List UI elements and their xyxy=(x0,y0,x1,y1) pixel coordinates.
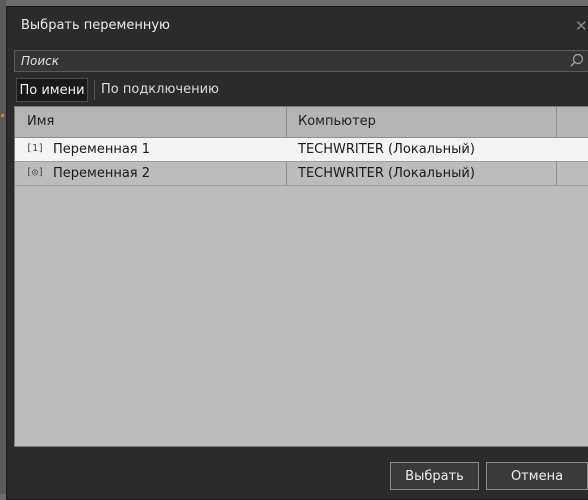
table-row[interactable]: [1] Переменная 1 TECHWRITER (Локальный) xyxy=(15,138,588,162)
state-variable-icon: [◎] xyxy=(26,167,45,178)
variable-name: Переменная 1 xyxy=(53,142,151,157)
variable-name: Переменная 2 xyxy=(53,166,151,181)
close-icon[interactable]: ✕ xyxy=(575,17,588,35)
search-box xyxy=(14,50,588,72)
search-input[interactable] xyxy=(15,51,561,71)
tab-separator xyxy=(94,80,95,100)
dialog-title: Выбрать переменную xyxy=(21,18,170,33)
select-button[interactable]: Выбрать xyxy=(390,462,479,490)
cancel-button[interactable]: Отмена xyxy=(486,462,588,490)
background-accent-mark xyxy=(1,114,4,117)
variable-computer: TECHWRITER (Локальный) xyxy=(298,166,475,181)
variables-table: Имя Компьютер [1] Переменная 1 TECHWRITE… xyxy=(14,106,588,447)
title-bar: Выбрать переменную ✕ xyxy=(7,7,588,47)
tab-by-name[interactable]: По имени xyxy=(16,78,88,102)
table-header: Имя Компьютер xyxy=(15,107,588,138)
search-icon[interactable] xyxy=(568,52,586,70)
column-header-name[interactable]: Имя xyxy=(27,107,54,137)
select-variable-dialog: Выбрать переменную ✕ По имени По подключ… xyxy=(6,6,588,500)
variable-computer: TECHWRITER (Локальный) xyxy=(298,142,475,157)
table-row[interactable]: [◎] Переменная 2 TECHWRITER (Локальный) xyxy=(15,162,588,186)
column-header-computer[interactable]: Компьютер xyxy=(298,107,376,137)
numeric-variable-icon: [1] xyxy=(26,143,45,154)
tab-by-connection[interactable]: По подключению xyxy=(101,78,231,102)
